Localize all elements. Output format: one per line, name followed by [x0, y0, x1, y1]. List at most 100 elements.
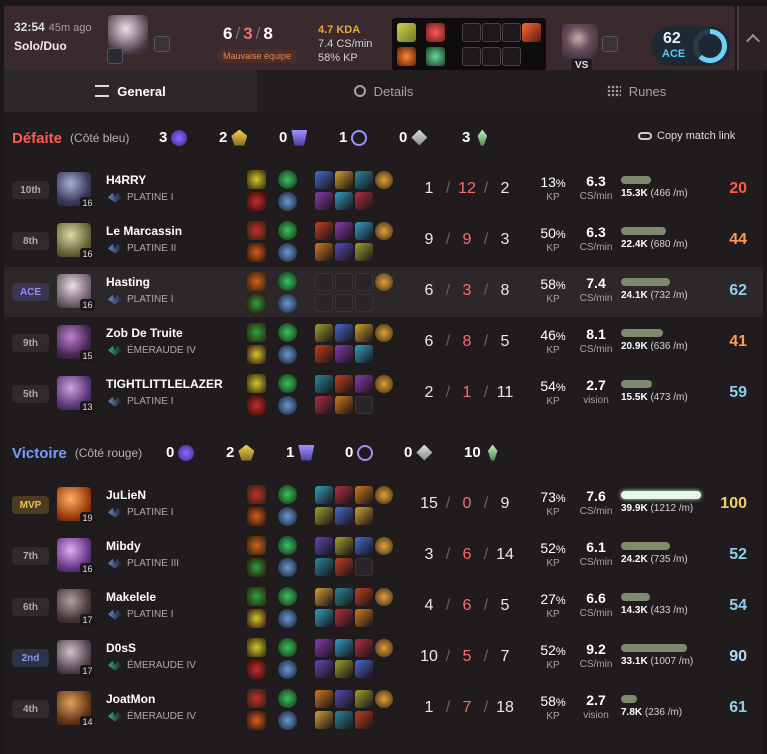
secondary-rune-icon: [278, 345, 297, 364]
item-icon: [335, 537, 353, 555]
tab-runes[interactable]: Runes: [510, 70, 763, 112]
cs-stat: 6.3 CS/min: [574, 224, 618, 253]
player-row[interactable]: 10th 16 H4RRY PLATINE I 1/ 12/ 2 13% KP …: [4, 165, 763, 215]
cs-stat: 6.6 CS/min: [574, 590, 618, 619]
player-row[interactable]: 5th 13 TIGHTLITTLELAZER PLATINE I 2/ 1/ …: [4, 369, 763, 419]
item-slot: [355, 558, 373, 576]
cs-label: CS/min: [579, 608, 613, 619]
inhib-count: 0: [399, 129, 428, 146]
match-header[interactable]: 32:54 45m ago Solo/Duo 6/3/8 Mauvaise équ…: [4, 6, 735, 73]
opponent-portrait: [562, 24, 598, 60]
item-icon: [315, 690, 333, 708]
player-row[interactable]: 7th 16 Mibdy PLATINE III 3/ 6/ 14 52% KP…: [4, 531, 763, 581]
player-score: 44: [729, 231, 747, 248]
rank-badge: 6th: [12, 598, 49, 616]
role-icon: [107, 48, 123, 64]
player-name[interactable]: JoatMon: [106, 692, 155, 706]
player-name[interactable]: TIGHTLITTLELAZER: [106, 377, 223, 391]
rank-badge: 5th: [12, 385, 49, 403]
keystone-rune-icon: [278, 170, 297, 189]
player-row[interactable]: 4th 14 JoatMon ÉMERAUDE IV 1/ 7/ 18 58% …: [4, 684, 763, 734]
player-name[interactable]: Zob De Truite: [106, 326, 183, 340]
items: [315, 537, 395, 579]
cs-label: vision: [583, 710, 609, 721]
summoner-spell-icon: [247, 536, 266, 555]
tier-label: PLATINE I: [127, 507, 174, 518]
kill-participation: 58% KP: [534, 693, 572, 722]
kill-participation: 50% KP: [534, 225, 572, 254]
keystone-rune-icon: [278, 587, 297, 606]
rank-badge: 8th: [12, 232, 49, 250]
item-icon: [335, 243, 353, 261]
item-slot: [335, 273, 353, 291]
inhib-count: 0: [404, 444, 433, 461]
items: [315, 375, 395, 417]
player-name[interactable]: Makelele: [106, 590, 156, 604]
ace-badge: 62 ACE: [651, 26, 731, 66]
item-icon: [335, 171, 353, 189]
cs-label: vision: [583, 395, 609, 406]
rank-badge: 10th: [12, 181, 49, 199]
item-icon: [335, 375, 353, 393]
player-name[interactable]: Mibdy: [106, 539, 141, 553]
item-icon: [355, 375, 373, 393]
kp-label: KP: [546, 243, 560, 254]
player-kda: 9/ 9/ 3: [417, 231, 527, 249]
player-name[interactable]: Hasting: [106, 275, 150, 289]
spells-runes: [247, 272, 297, 316]
player-score: 62: [729, 282, 747, 299]
kills: 4: [424, 597, 434, 614]
damage-value: 24.1K: [621, 290, 648, 301]
player-row[interactable]: 6th 17 Makelele PLATINE I 4/ 6/ 5 27% KP…: [4, 582, 763, 632]
player-kda: 2/ 1/ 11: [417, 384, 527, 402]
kills: 9: [424, 231, 434, 248]
player-row[interactable]: ACE 16 Hasting PLATINE I 6/ 3/ 8 58% KP …: [4, 267, 763, 317]
trinket-icon: [375, 222, 393, 240]
cs-label: CS/min: [579, 242, 613, 253]
player-score: 90: [729, 648, 747, 665]
damage-stat: 24.2K (735 /m): [621, 542, 711, 565]
tab-details[interactable]: Details: [257, 70, 510, 112]
kills: 2: [424, 384, 434, 401]
deaths: 5: [462, 648, 472, 665]
cs-label: CS/min: [579, 506, 613, 517]
player-name[interactable]: D0sS: [106, 641, 136, 655]
team-header-red: Victoire (Côté rouge): [12, 441, 142, 465]
item-icon: [335, 345, 353, 363]
summoner-spell-icon: [247, 345, 266, 364]
player-name[interactable]: H4RRY: [106, 173, 146, 187]
kill-participation: 58% KP: [318, 52, 358, 64]
collapse-button[interactable]: [737, 6, 767, 70]
player-name[interactable]: Le Marcassin: [106, 224, 182, 238]
deaths: 9: [462, 231, 472, 248]
keystone-rune-icon: [278, 272, 297, 291]
kp-label: KP: [546, 345, 560, 356]
damage-per-min: (680 /m): [650, 239, 688, 250]
baron-count: 3: [159, 129, 188, 146]
damage-stat: 7.8K (236 /m): [621, 695, 711, 718]
assists: 18: [496, 699, 514, 716]
kp-value: 52: [540, 642, 556, 658]
player-tier: ÉMERAUDE IV: [108, 711, 196, 722]
player-row[interactable]: 8th 16 Le Marcassin PLATINE II 9/ 9/ 3 5…: [4, 216, 763, 266]
match-duration: 32:54: [14, 20, 45, 34]
damage-per-min: (433 /m): [650, 605, 688, 616]
player-row[interactable]: 2nd 17 D0sS ÉMERAUDE IV 10/ 5/ 7 52% KP …: [4, 633, 763, 683]
cs-label: CS/min: [579, 557, 613, 568]
player-name[interactable]: JuLieN: [106, 488, 146, 502]
player-row[interactable]: 9th 15 Zob De Truite ÉMERAUDE IV 6/ 8/ 5…: [4, 318, 763, 368]
item-slot: [355, 396, 373, 414]
copy-match-link-button[interactable]: Copy match link: [638, 130, 735, 142]
kills: 1: [424, 699, 434, 716]
summoner-spell-icon: [247, 660, 266, 679]
kill-participation: 27% KP: [534, 591, 572, 620]
items: [315, 588, 395, 630]
tab-general[interactable]: General: [4, 70, 257, 112]
player-row[interactable]: MVP 19 JuLieN PLATINE I 15/ 0/ 9 73% KP …: [4, 480, 763, 530]
tier-icon: [108, 660, 122, 671]
item-icon: [315, 588, 333, 606]
trinket-icon: [375, 273, 393, 291]
spells-runes: [247, 638, 297, 682]
cs-label: CS/min: [579, 191, 613, 202]
kill-participation: 52% KP: [534, 540, 572, 569]
